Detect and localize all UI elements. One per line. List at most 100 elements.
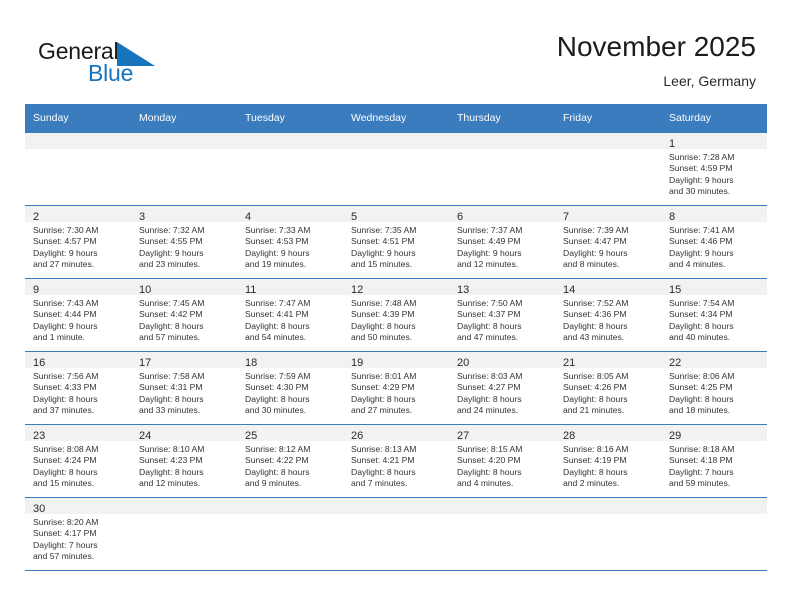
day-number: 25 <box>237 425 343 442</box>
daylight-text-line1: Daylight: 8 hours <box>139 320 204 331</box>
day-number <box>343 133 449 149</box>
sunset-text: Sunset: 4:47 PM <box>563 236 627 247</box>
daylight-text-line2: and 43 minutes. <box>563 332 625 343</box>
calendar-day-cell: 23 Sunrise: 8:08 AM Sunset: 4:24 PM Dayligh… <box>25 425 131 497</box>
calendar-cell[interactable]: 16 Sunrise: 7:56 AM Sunset: 4:33 PM Dayligh… <box>25 351 131 425</box>
day-number: 5 <box>343 206 449 223</box>
calendar-cell-empty <box>449 133 555 205</box>
calendar-cell[interactable]: 21 Sunrise: 8:05 AM Sunset: 4:26 PM Dayligh… <box>555 351 661 425</box>
sunrise-text: Sunrise: 8:18 AM <box>669 444 735 454</box>
sunset-text: Sunset: 4:39 PM <box>351 309 415 320</box>
day-info: Sunrise: 8:06 AM Sunset: 4:25 PM Daylight:… <box>661 368 767 417</box>
calendar-cell[interactable]: 15 Sunrise: 7:54 AM Sunset: 4:34 PM Dayligh… <box>661 278 767 352</box>
daylight-text-line1: Daylight: 8 hours <box>563 393 628 404</box>
day-info: Sunrise: 8:10 AM Sunset: 4:23 PM Daylight:… <box>131 441 237 490</box>
calendar-cell[interactable]: 26 Sunrise: 8:13 AM Sunset: 4:21 PM Dayligh… <box>343 424 449 498</box>
day-number: 11 <box>237 279 343 296</box>
sunrise-text: Sunrise: 7:43 AM <box>33 298 99 308</box>
calendar-cell[interactable]: 23 Sunrise: 8:08 AM Sunset: 4:24 PM Dayligh… <box>25 424 131 498</box>
daylight-text-line1: Daylight: 9 hours <box>33 320 98 331</box>
daylight-text-line1: Daylight: 8 hours <box>351 466 416 477</box>
sunrise-text: Sunrise: 7:32 AM <box>139 225 205 235</box>
sunset-text: Sunset: 4:42 PM <box>139 309 203 320</box>
calendar-cell[interactable]: 30 Sunrise: 8:20 AM Sunset: 4:17 PM Dayligh… <box>25 497 131 571</box>
sunrise-text: Sunrise: 8:13 AM <box>351 444 417 454</box>
calendar-cell[interactable]: 11 Sunrise: 7:47 AM Sunset: 4:41 PM Dayligh… <box>237 278 343 352</box>
day-info: Sunrise: 7:56 AM Sunset: 4:33 PM Daylight:… <box>25 368 131 417</box>
day-info: Sunrise: 7:43 AM Sunset: 4:44 PM Daylight:… <box>25 295 131 344</box>
calendar-cell[interactable]: 18 Sunrise: 7:59 AM Sunset: 4:30 PM Dayligh… <box>237 351 343 425</box>
day-number: 6 <box>449 206 555 223</box>
calendar-day-cell: 22 Sunrise: 8:06 AM Sunset: 4:25 PM Dayligh… <box>661 352 767 424</box>
calendar-cell[interactable]: 12 Sunrise: 7:48 AM Sunset: 4:39 PM Dayligh… <box>343 278 449 352</box>
brand-name-blue: Blue <box>88 60 134 86</box>
day-info: Sunrise: 7:39 AM Sunset: 4:47 PM Daylight:… <box>555 222 661 271</box>
calendar-cell <box>343 132 449 206</box>
calendar-cell[interactable]: 4 Sunrise: 7:33 AM Sunset: 4:53 PM Daylight… <box>237 205 343 279</box>
daylight-text-line1: Daylight: 8 hours <box>33 466 98 477</box>
page-header: General Blue November 2025 Leer, Germany <box>0 0 792 104</box>
calendar-cell[interactable]: 29 Sunrise: 8:18 AM Sunset: 4:18 PM Dayligh… <box>661 424 767 498</box>
sunset-text: Sunset: 4:17 PM <box>33 528 97 539</box>
calendar-day-cell: 9 Sunrise: 7:43 AM Sunset: 4:44 PM Daylight… <box>25 279 131 351</box>
sunset-text: Sunset: 4:25 PM <box>669 382 733 393</box>
calendar-cell[interactable]: 10 Sunrise: 7:45 AM Sunset: 4:42 PM Dayligh… <box>131 278 237 352</box>
calendar-cell[interactable]: 7 Sunrise: 7:39 AM Sunset: 4:47 PM Daylight… <box>555 205 661 279</box>
calendar-cell <box>661 497 767 571</box>
calendar-cell-empty <box>661 498 767 570</box>
sunset-text: Sunset: 4:53 PM <box>245 236 309 247</box>
calendar-cell[interactable]: 27 Sunrise: 8:15 AM Sunset: 4:20 PM Dayligh… <box>449 424 555 498</box>
weekday-header-sunday: Sunday <box>25 104 131 133</box>
title-block: November 2025 Leer, Germany <box>557 30 756 91</box>
calendar-cell[interactable]: 20 Sunrise: 8:03 AM Sunset: 4:27 PM Dayligh… <box>449 351 555 425</box>
calendar-day-cell: 5 Sunrise: 7:35 AM Sunset: 4:51 PM Daylight… <box>343 206 449 278</box>
sunrise-text: Sunrise: 8:01 AM <box>351 371 417 381</box>
daylight-text-line1: Daylight: 9 hours <box>245 247 310 258</box>
calendar-cell[interactable]: 24 Sunrise: 8:10 AM Sunset: 4:23 PM Dayligh… <box>131 424 237 498</box>
calendar-day-cell: 29 Sunrise: 8:18 AM Sunset: 4:18 PM Dayligh… <box>661 425 767 497</box>
calendar-cell[interactable]: 17 Sunrise: 7:58 AM Sunset: 4:31 PM Dayligh… <box>131 351 237 425</box>
calendar-week-row: 16 Sunrise: 7:56 AM Sunset: 4:33 PM Dayligh… <box>25 351 767 425</box>
calendar-cell[interactable]: 22 Sunrise: 8:06 AM Sunset: 4:25 PM Dayligh… <box>661 351 767 425</box>
weekday-header-saturday: Saturday <box>661 104 767 133</box>
sunrise-text: Sunrise: 7:48 AM <box>351 298 417 308</box>
sunrise-text: Sunrise: 7:30 AM <box>33 225 99 235</box>
calendar-cell[interactable]: 14 Sunrise: 7:52 AM Sunset: 4:36 PM Dayligh… <box>555 278 661 352</box>
calendar-cell[interactable]: 13 Sunrise: 7:50 AM Sunset: 4:37 PM Dayligh… <box>449 278 555 352</box>
sunset-text: Sunset: 4:23 PM <box>139 455 203 466</box>
calendar-cell[interactable]: 8 Sunrise: 7:41 AM Sunset: 4:46 PM Daylight… <box>661 205 767 279</box>
daylight-text-line2: and 30 minutes. <box>669 186 731 197</box>
calendar-cell[interactable]: 1 Sunrise: 7:28 AM Sunset: 4:59 PM Daylight… <box>661 132 767 206</box>
calendar-cell[interactable]: 2 Sunrise: 7:30 AM Sunset: 4:57 PM Daylight… <box>25 205 131 279</box>
sunset-text: Sunset: 4:33 PM <box>33 382 97 393</box>
day-number: 3 <box>131 206 237 223</box>
day-number: 23 <box>25 425 131 442</box>
calendar-cell[interactable]: 28 Sunrise: 8:16 AM Sunset: 4:19 PM Dayligh… <box>555 424 661 498</box>
calendar-week-row: 30 Sunrise: 8:20 AM Sunset: 4:17 PM Dayligh… <box>25 497 767 571</box>
day-info: Sunrise: 7:52 AM Sunset: 4:36 PM Daylight:… <box>555 295 661 344</box>
calendar-cell-empty <box>131 133 237 205</box>
calendar-day-cell: 17 Sunrise: 7:58 AM Sunset: 4:31 PM Dayligh… <box>131 352 237 424</box>
calendar-cell[interactable]: 9 Sunrise: 7:43 AM Sunset: 4:44 PM Daylight… <box>25 278 131 352</box>
daylight-text-line1: Daylight: 8 hours <box>245 393 310 404</box>
daylight-text-line1: Daylight: 9 hours <box>457 247 522 258</box>
day-number: 12 <box>343 279 449 296</box>
calendar-day-cell: 26 Sunrise: 8:13 AM Sunset: 4:21 PM Dayligh… <box>343 425 449 497</box>
sunrise-text: Sunrise: 7:37 AM <box>457 225 523 235</box>
sunset-text: Sunset: 4:29 PM <box>351 382 415 393</box>
calendar-cell[interactable]: 25 Sunrise: 8:12 AM Sunset: 4:22 PM Dayligh… <box>237 424 343 498</box>
calendar-cell[interactable]: 19 Sunrise: 8:01 AM Sunset: 4:29 PM Dayligh… <box>343 351 449 425</box>
daylight-text-line1: Daylight: 7 hours <box>33 539 98 550</box>
brand-logo[interactable]: General Blue <box>38 38 228 94</box>
calendar-cell <box>25 132 131 206</box>
day-info: Sunrise: 8:18 AM Sunset: 4:18 PM Daylight:… <box>661 441 767 490</box>
calendar-cell[interactable]: 6 Sunrise: 7:37 AM Sunset: 4:49 PM Daylight… <box>449 205 555 279</box>
calendar-cell[interactable]: 3 Sunrise: 7:32 AM Sunset: 4:55 PM Daylight… <box>131 205 237 279</box>
daylight-text-line1: Daylight: 8 hours <box>563 320 628 331</box>
calendar-day-cell: 20 Sunrise: 8:03 AM Sunset: 4:27 PM Dayligh… <box>449 352 555 424</box>
calendar-day-cell: 30 Sunrise: 8:20 AM Sunset: 4:17 PM Dayligh… <box>25 498 131 570</box>
day-number <box>555 133 661 149</box>
day-number: 10 <box>131 279 237 296</box>
daylight-text-line2: and 1 minute. <box>33 332 86 343</box>
calendar-cell[interactable]: 5 Sunrise: 7:35 AM Sunset: 4:51 PM Daylight… <box>343 205 449 279</box>
